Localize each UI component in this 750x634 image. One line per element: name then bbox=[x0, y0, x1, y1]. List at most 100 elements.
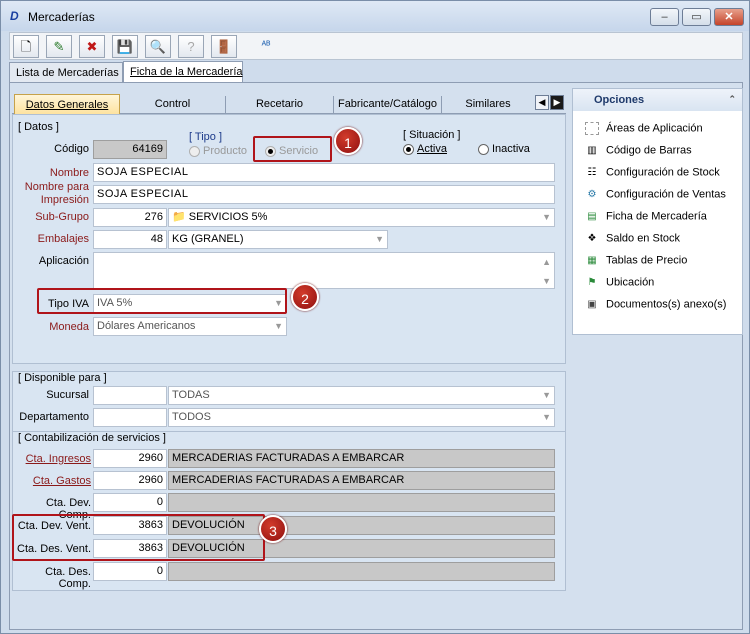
moneda-label: Moneda bbox=[49, 321, 89, 333]
embalajes-select[interactable]: KG (GRANEL) ▼ bbox=[168, 230, 388, 249]
chevron-down-icon: ▼ bbox=[542, 412, 551, 422]
location-flag-icon: ⚑ bbox=[587, 277, 597, 288]
opcion-tablas-precio[interactable]: ▦ Tablas de Precio bbox=[585, 254, 687, 272]
embalajes-code-field[interactable]: 48 bbox=[93, 230, 167, 249]
nombre-label: Nombre bbox=[49, 167, 89, 179]
opcion-ficha-mercaderia[interactable]: ▤ Ficha de Mercadería bbox=[585, 210, 707, 228]
opcion-codigo-barras[interactable]: ▥ Código de Barras bbox=[585, 144, 691, 162]
delete-document-icon[interactable]: ✖ bbox=[79, 35, 105, 58]
list-icon: ☷ bbox=[587, 167, 597, 178]
subgrupo-code-field[interactable]: 276 bbox=[93, 208, 167, 227]
nombre-field[interactable]: SOJA ESPECIAL bbox=[93, 163, 555, 182]
help-icon[interactable]: ? bbox=[178, 35, 204, 58]
departamento-label: Departamento bbox=[19, 411, 89, 423]
opcion-documentos-anexos[interactable]: ▣ Documentos(s) anexo(s) bbox=[585, 298, 726, 316]
window-title: Mercaderías bbox=[28, 10, 95, 24]
cta-ingresos-code[interactable]: 2960 bbox=[93, 449, 167, 468]
tab-similares[interactable]: Similares bbox=[442, 96, 534, 113]
edit-document-icon[interactable]: ✎ bbox=[46, 35, 72, 58]
marker-1: 1 bbox=[334, 127, 362, 155]
cta-gastos-desc: MERCADERIAS FACTURADAS A EMBARCAR bbox=[168, 471, 555, 490]
toolbar: 🗋 ✎ ✖ 💾 🔍 ? 🚪 ᴬᴮ bbox=[9, 32, 743, 60]
tab-datos-generales[interactable]: Datos Generales bbox=[14, 94, 120, 114]
aplicacion-textarea[interactable]: ▲ ▼ bbox=[93, 252, 555, 289]
disponible-caption: [ Disponible para ] bbox=[18, 372, 107, 384]
codigo-label: Código bbox=[54, 143, 89, 155]
opcion-areas-aplicacion[interactable]: Áreas de Aplicación bbox=[585, 122, 703, 140]
highlight-tipo-iva bbox=[37, 288, 287, 314]
cta-ingresos-desc: MERCADERIAS FACTURADAS A EMBARCAR bbox=[168, 449, 555, 468]
cta-gastos-code[interactable]: 2960 bbox=[93, 471, 167, 490]
dashed-box-icon bbox=[585, 122, 599, 135]
tab-control[interactable]: Control bbox=[120, 96, 226, 113]
departamento-select[interactable]: TODOS ▼ bbox=[168, 408, 555, 427]
subgrupo-select[interactable]: 📁 SERVICIOS 5% ▼ bbox=[168, 208, 555, 227]
scroll-down-icon[interactable]: ▼ bbox=[542, 273, 551, 288]
moneda-select[interactable]: Dólares Americanos ▼ bbox=[93, 317, 287, 336]
chevron-down-icon: ▼ bbox=[542, 390, 551, 400]
maximize-button[interactable]: ▭ bbox=[682, 8, 711, 26]
subgrupo-label: Sub-Grupo bbox=[35, 211, 89, 223]
situacion-activa-radio[interactable]: Activa bbox=[403, 143, 447, 155]
tab-lista-mercaderias[interactable]: Lista de Mercaderías bbox=[9, 62, 123, 82]
contabilizacion-group: [ Contabilización de servicios ] Cta. In… bbox=[12, 431, 566, 591]
sheet-icon: ▤ bbox=[587, 211, 597, 222]
datos-caption: [ Datos ] bbox=[18, 121, 59, 133]
attachment-icon: ▣ bbox=[587, 299, 597, 310]
disponible-group: [ Disponible para ] Sucursal TODAS ▼ Depa… bbox=[12, 371, 566, 433]
tipo-producto-radio[interactable]: Producto bbox=[189, 145, 247, 157]
sales-config-icon: ⚙ bbox=[587, 189, 597, 200]
nombre-impresion-label-1: Nombre para bbox=[24, 181, 89, 193]
boxes-icon: ❖ bbox=[587, 233, 597, 244]
opcion-config-ventas[interactable]: ⚙ Configuración de Ventas bbox=[585, 188, 726, 206]
highlight-servicio bbox=[253, 136, 332, 162]
cta-dev-comp-desc bbox=[168, 493, 555, 512]
chevron-down-icon: ▼ bbox=[375, 234, 384, 244]
departamento-code-field[interactable] bbox=[93, 408, 167, 427]
cta-dev-comp-code[interactable]: 0 bbox=[93, 493, 167, 512]
opcion-ubicacion[interactable]: ⚑ Ubicación bbox=[585, 276, 655, 294]
opcion-config-stock[interactable]: ☷ Configuración de Stock bbox=[585, 166, 720, 184]
exit-door-icon[interactable]: 🚪 bbox=[211, 35, 237, 58]
barcode-icon: ▥ bbox=[587, 145, 597, 156]
chevron-down-icon: ▼ bbox=[274, 321, 283, 331]
marker-3: 3 bbox=[259, 515, 287, 543]
sucursal-select[interactable]: TODAS ▼ bbox=[168, 386, 555, 405]
tab-fabricante-catalogo[interactable]: Fabricante/Catálogo bbox=[334, 96, 442, 113]
tipo-caption: [ Tipo ] bbox=[189, 131, 223, 143]
opciones-panel: Opciones ⌃ Áreas de Aplicación ▥ Código de… bbox=[572, 88, 743, 335]
title-bar: D Mercaderías – ▭ ✕ bbox=[1, 1, 749, 31]
window: D Mercaderías – ▭ ✕ 🗋 ✎ ✖ 💾 🔍 ? 🚪 ᴬᴮ Lis… bbox=[0, 0, 750, 634]
new-document-icon[interactable]: 🗋 bbox=[13, 35, 39, 58]
cta-gastos-label[interactable]: Cta. Gastos bbox=[17, 475, 91, 487]
cta-ingresos-label[interactable]: Cta. Ingresos bbox=[17, 453, 91, 465]
marker-2: 2 bbox=[291, 283, 319, 311]
tab-recetario[interactable]: Recetario bbox=[226, 96, 334, 113]
collapse-icon[interactable]: ⌃ bbox=[728, 94, 736, 105]
save-icon[interactable]: 💾 bbox=[112, 35, 138, 58]
close-button[interactable]: ✕ bbox=[714, 8, 744, 26]
embalajes-label: Embalajes bbox=[37, 233, 89, 245]
tab-scroll-left-icon[interactable]: ◀ bbox=[535, 95, 549, 110]
inner-tabs: Datos Generales Control Recetario Fabric… bbox=[12, 94, 566, 114]
nombre-impresion-field[interactable]: SOJA ESPECIAL bbox=[93, 185, 555, 204]
spellcheck-icon[interactable]: ᴬᴮ bbox=[253, 35, 279, 58]
chevron-down-icon: ▼ bbox=[542, 212, 551, 222]
cta-des-comp-code[interactable]: 0 bbox=[93, 562, 167, 581]
cta-des-comp-label: Cta. Des. Comp. bbox=[45, 566, 91, 590]
opciones-header[interactable]: Opciones ⌃ bbox=[573, 89, 742, 111]
situacion-caption: [ Situación ] bbox=[403, 129, 461, 141]
situacion-inactiva-radio[interactable]: Inactiva bbox=[478, 143, 530, 155]
cta-des-comp-desc bbox=[168, 562, 555, 581]
nombre-impresion-label-2: Impresión bbox=[40, 194, 89, 206]
codigo-field[interactable]: 64169 bbox=[93, 140, 167, 159]
search-icon[interactable]: 🔍 bbox=[145, 35, 171, 58]
scroll-up-icon[interactable]: ▲ bbox=[542, 254, 551, 271]
folder-icon: 📁 bbox=[172, 211, 186, 223]
tab-scroll-right-icon[interactable]: ▶ bbox=[550, 95, 564, 110]
minimize-button[interactable]: – bbox=[650, 8, 679, 26]
sucursal-code-field[interactable] bbox=[93, 386, 167, 405]
opcion-saldo-stock[interactable]: ❖ Saldo en Stock bbox=[585, 232, 680, 250]
tab-ficha-mercaderia[interactable]: Ficha de la Mercadería bbox=[123, 61, 243, 83]
highlight-cta-devoluciones bbox=[12, 514, 265, 561]
